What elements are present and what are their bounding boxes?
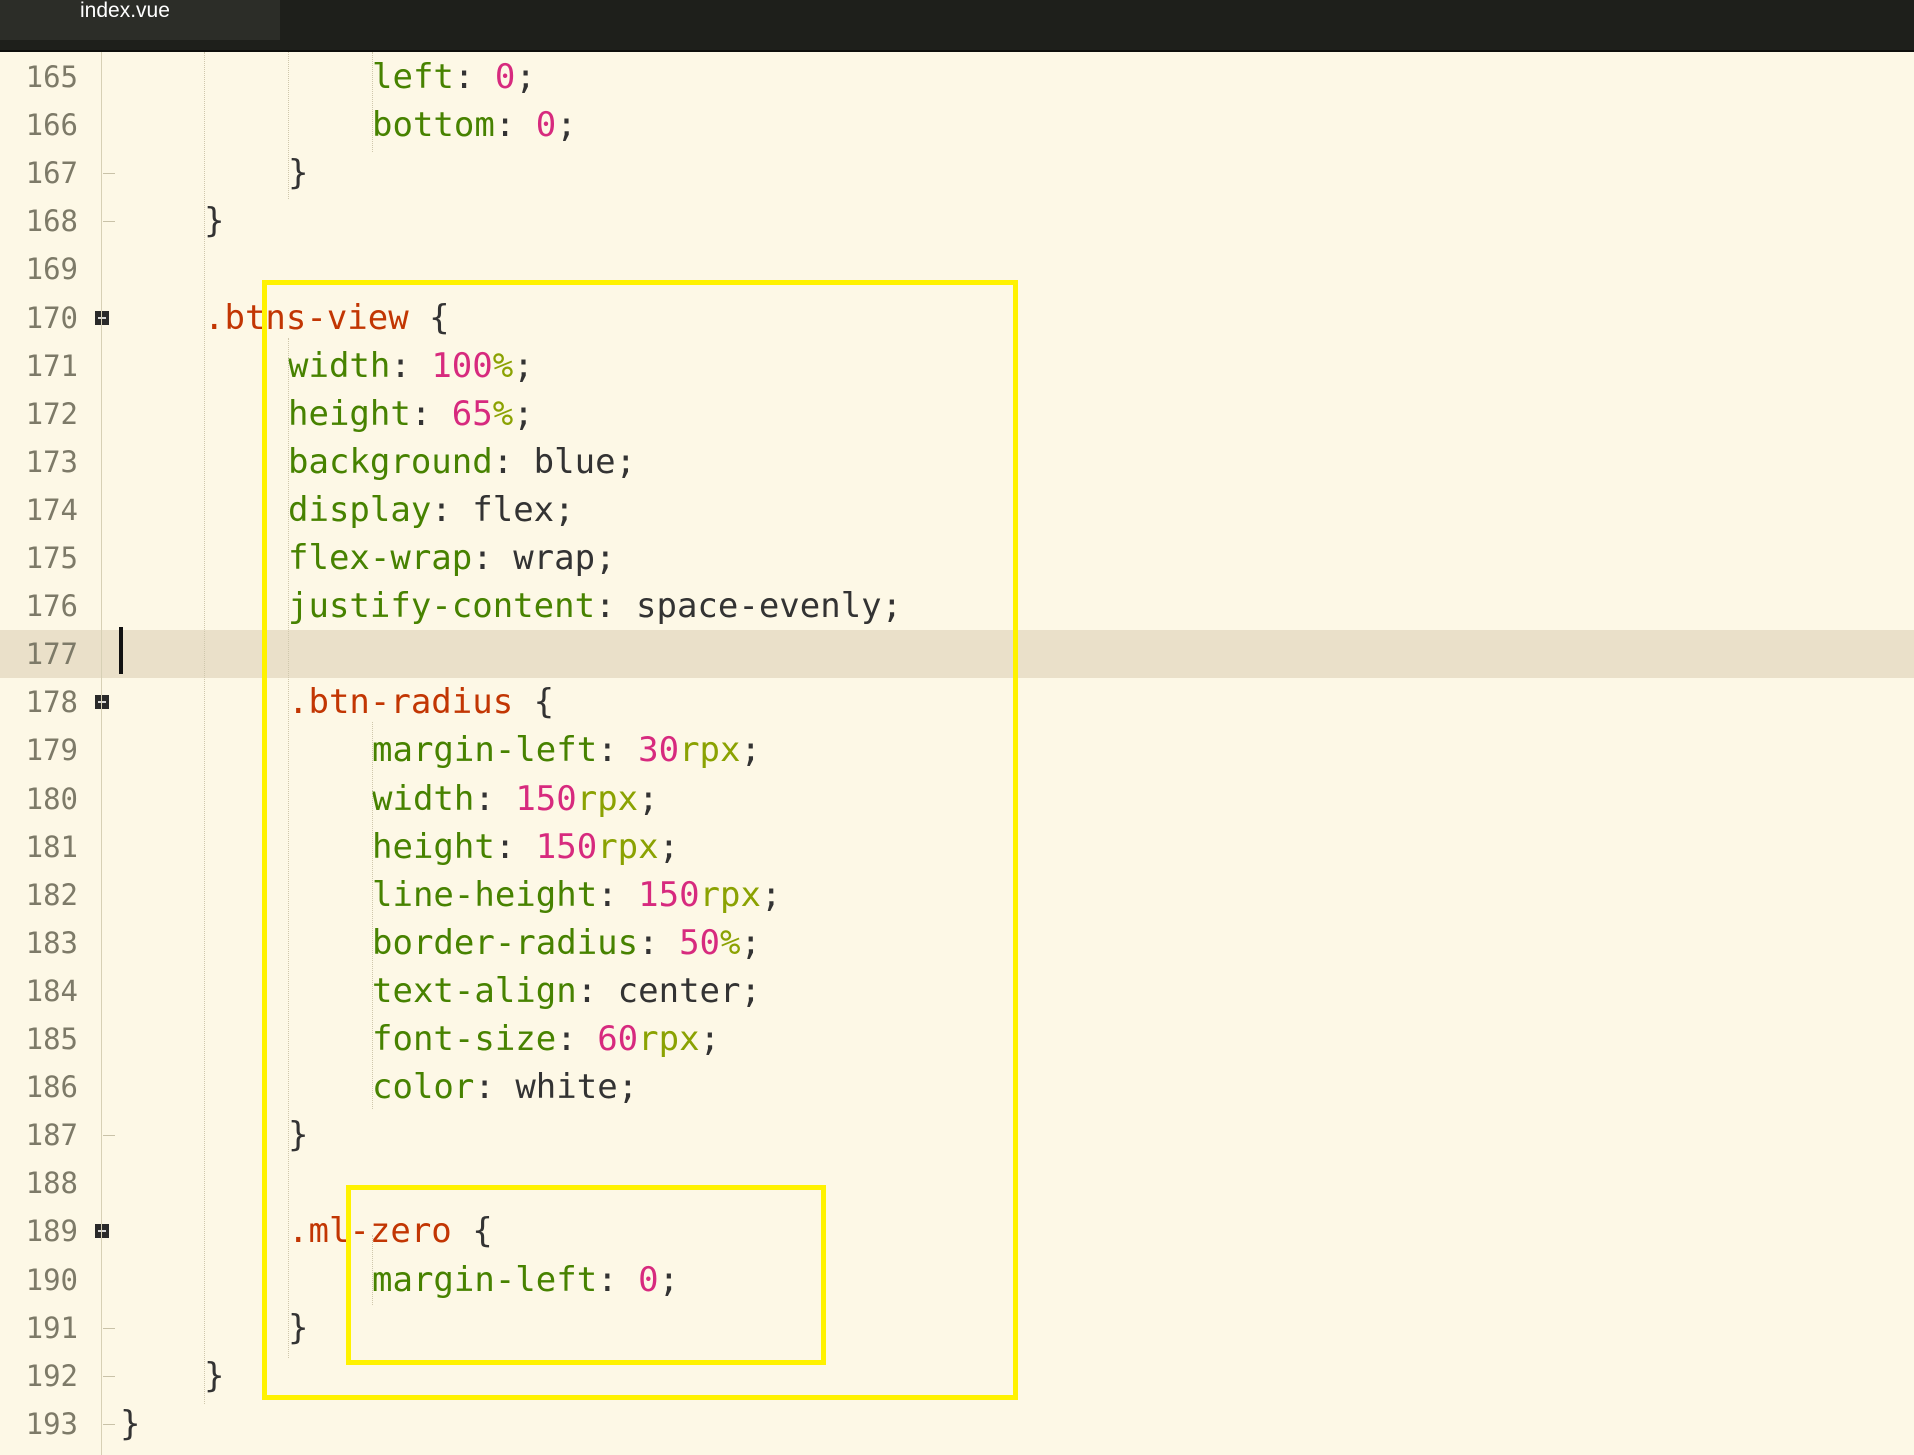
indent-guide <box>288 52 289 199</box>
fold-end-marker <box>103 173 115 175</box>
line-number: 177 <box>25 637 78 672</box>
indent-guide <box>372 52 373 152</box>
line-number: 192 <box>25 1358 78 1393</box>
code-token: } <box>120 1403 141 1444</box>
line-number: 173 <box>25 444 78 479</box>
line-number: 174 <box>25 492 78 527</box>
line-number: 181 <box>25 829 78 864</box>
line-number: 180 <box>25 781 78 816</box>
code-text: } <box>204 197 224 245</box>
line-number: 178 <box>25 685 78 720</box>
line-number: 169 <box>25 252 78 287</box>
code-token: } <box>288 153 309 194</box>
line-number: 182 <box>25 877 78 912</box>
indent-guide <box>204 52 205 1404</box>
fold-end-marker <box>103 1135 115 1137</box>
code-token: 0 <box>535 105 557 146</box>
fold-end-marker <box>103 1423 115 1425</box>
fold-end-marker <box>103 221 115 223</box>
code-text: } <box>288 149 308 197</box>
line-number: 175 <box>25 541 78 575</box>
line-number: 176 <box>25 589 78 624</box>
line-number: 187 <box>25 1118 78 1153</box>
code-line[interactable]: 193} <box>0 1400 1914 1448</box>
code-token: ; <box>515 57 536 97</box>
line-number: 185 <box>25 1022 78 1056</box>
tab-index-vue[interactable]: index.vue <box>0 0 280 40</box>
gutter-separator <box>101 52 102 1455</box>
line-number: 188 <box>25 1166 78 1201</box>
line-number: 172 <box>25 396 78 431</box>
code-token: bottom <box>372 105 495 146</box>
fold-end-marker <box>103 1327 115 1329</box>
code-token: : <box>494 105 536 146</box>
code-text: left: 0; <box>372 53 536 101</box>
code-text: } <box>120 1400 140 1448</box>
fold-collapse-icon[interactable] <box>95 695 109 710</box>
line-number: 193 <box>25 1406 78 1441</box>
line-number: 190 <box>25 1262 78 1297</box>
line-number: 168 <box>25 204 78 239</box>
line-number: 165 <box>25 60 78 94</box>
code-line[interactable]: 168} <box>0 197 1914 245</box>
code-token: : <box>453 57 495 97</box>
line-number: 186 <box>25 1070 78 1105</box>
fold-collapse-icon[interactable] <box>95 1224 109 1239</box>
tab-bar: index.vue <box>0 0 1914 52</box>
code-token: 0 <box>494 57 516 97</box>
highlight-box-ml-zero <box>346 1185 826 1365</box>
line-number: 183 <box>25 925 78 960</box>
line-number: 179 <box>25 733 78 768</box>
line-number: 191 <box>25 1310 78 1345</box>
code-token: } <box>204 1355 225 1396</box>
line-number: 171 <box>25 348 78 383</box>
code-token: left <box>372 57 454 97</box>
code-token: ; <box>556 105 577 146</box>
text-cursor <box>119 627 123 674</box>
fold-end-marker <box>103 1375 115 1377</box>
tab-label: index.vue <box>80 0 170 22</box>
line-number: 166 <box>25 108 78 143</box>
code-text: bottom: 0; <box>372 101 577 149</box>
code-text: } <box>204 1352 224 1400</box>
code-token: } <box>204 201 225 242</box>
fold-collapse-icon[interactable] <box>95 310 109 325</box>
line-number: 189 <box>25 1214 78 1249</box>
line-number: 184 <box>25 973 78 1008</box>
line-number: 167 <box>25 156 78 191</box>
line-number: 170 <box>25 300 78 335</box>
